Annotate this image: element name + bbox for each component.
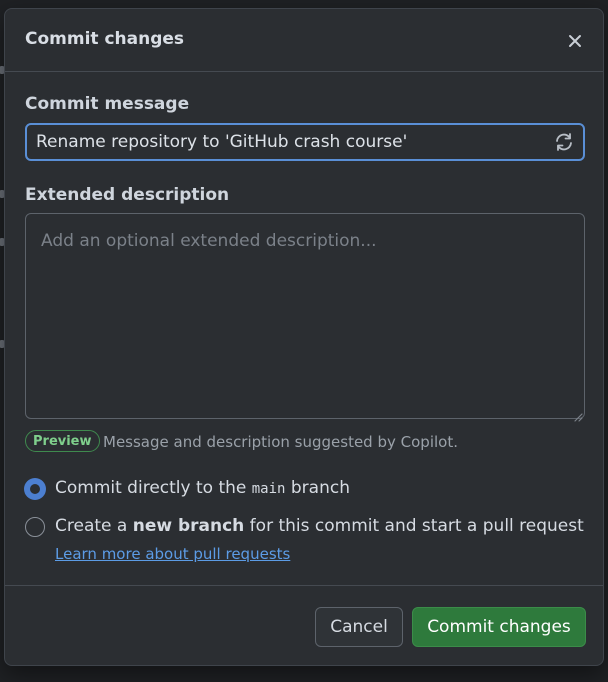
commit-changes-button[interactable]: Commit changes [412, 607, 586, 647]
commit-direct-radio[interactable] [25, 479, 45, 499]
commit-message-label: Commit message [25, 94, 190, 114]
new-branch-emphasis: new branch [132, 516, 245, 536]
commit-direct-prefix: Commit directly to the [55, 478, 252, 498]
extended-description-input[interactable] [25, 213, 585, 419]
branch-name: main [251, 481, 286, 497]
copilot-suggestion-note: Message and description suggested by Cop… [103, 433, 458, 451]
commit-dialog: Commit changes Commit message Extended d… [4, 8, 604, 666]
commit-direct-option[interactable]: Commit directly to the main branch [55, 478, 350, 498]
dialog-header: Commit changes [5, 9, 603, 72]
footer-divider [5, 585, 603, 586]
preview-badge: Preview [25, 430, 100, 452]
learn-more-link[interactable]: Learn more about pull requests [55, 545, 290, 563]
close-icon[interactable] [563, 29, 587, 53]
new-branch-suffix: for this commit and start a pull request [244, 516, 584, 536]
commit-message-input[interactable] [25, 123, 585, 161]
resize-handle-icon[interactable] [574, 407, 583, 422]
sync-icon[interactable] [553, 131, 575, 153]
new-branch-option[interactable]: Create a new branch for this commit and … [55, 516, 584, 536]
commit-direct-suffix: branch [285, 478, 350, 498]
extended-description-label: Extended description [25, 185, 230, 205]
new-branch-radio[interactable] [25, 517, 45, 537]
new-branch-prefix: Create a [55, 516, 133, 536]
cancel-button[interactable]: Cancel [315, 607, 403, 647]
dialog-title: Commit changes [25, 29, 185, 49]
